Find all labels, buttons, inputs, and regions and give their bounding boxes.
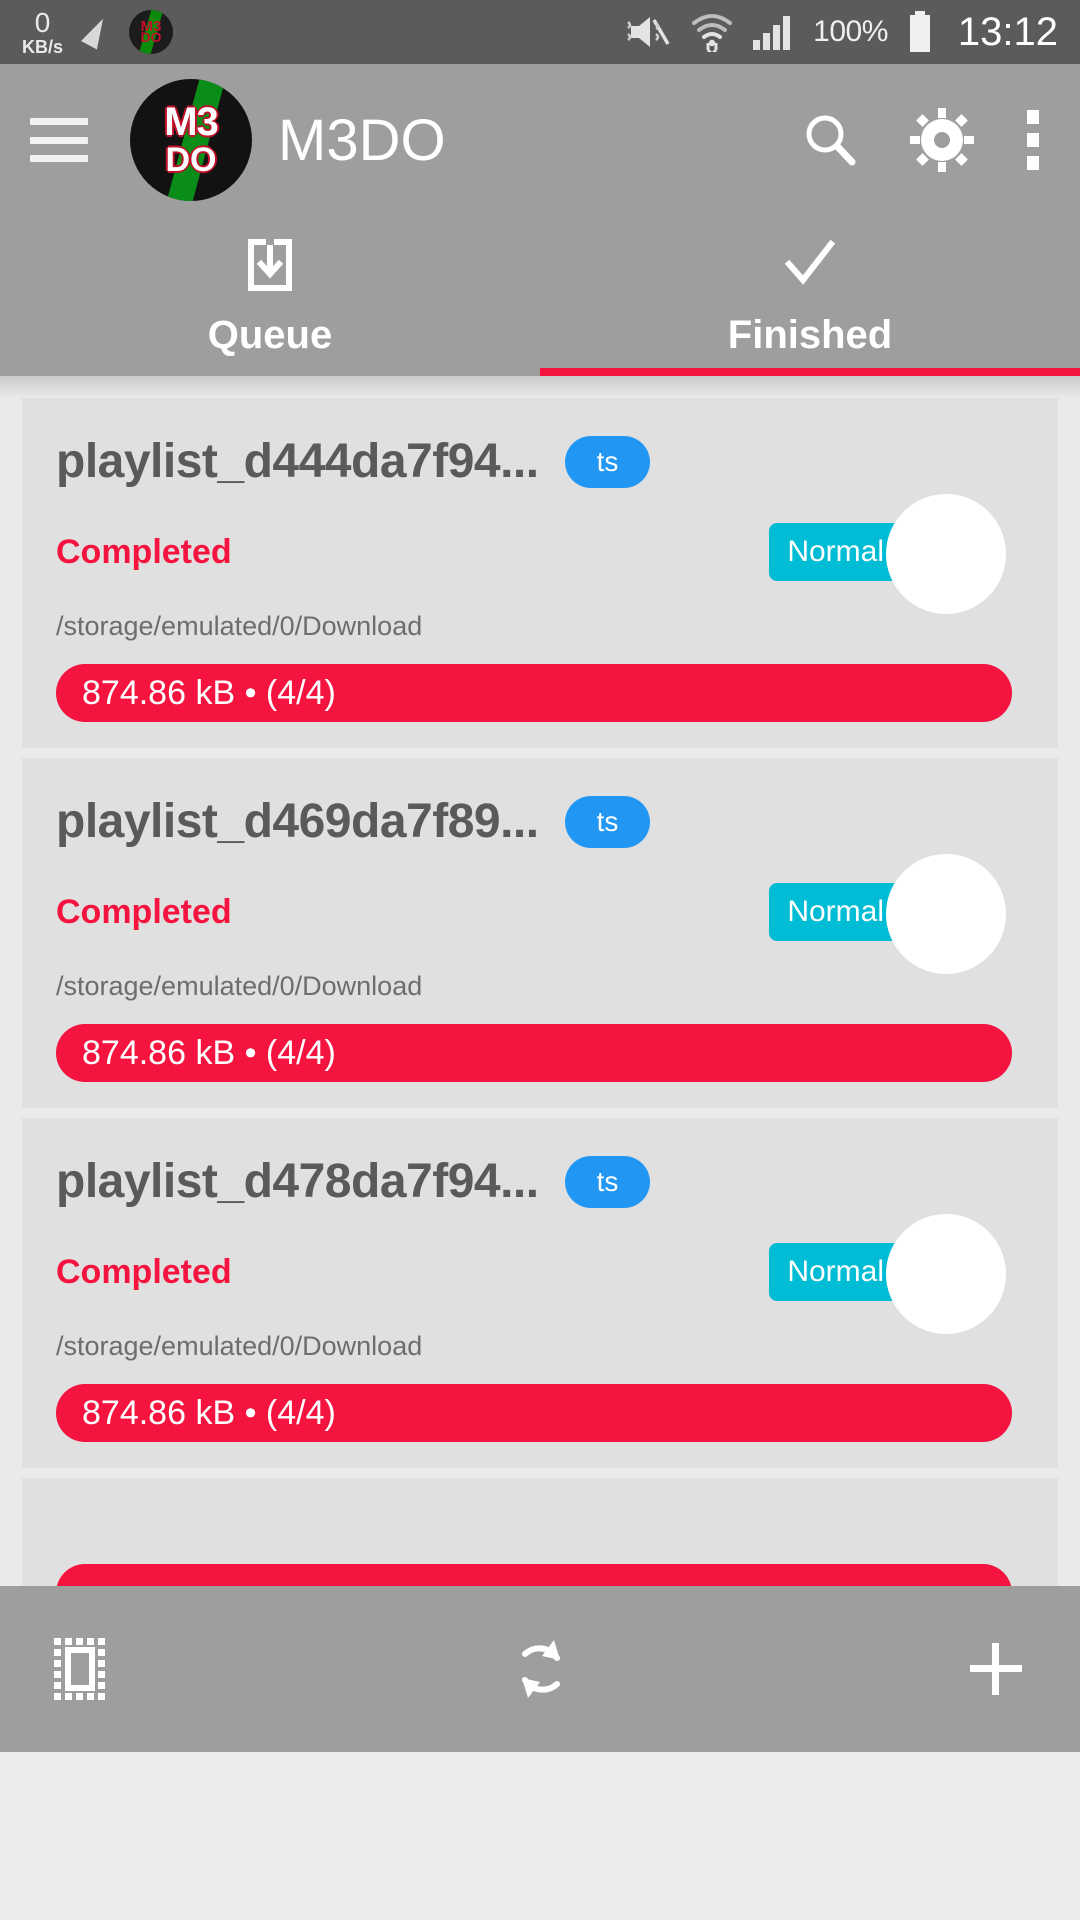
extension-badge: ts [564,795,651,848]
progress-bar: 874.86 kB • (4/4) [56,664,1012,722]
card-header: playlist_d444da7f94... ts [56,434,1024,489]
card-status-row: Completed Normal [56,523,1024,581]
card-header: playlist_d469da7f89... ts [56,794,1024,849]
play-icon[interactable] [886,1214,1006,1334]
status-badge: Completed [56,1252,232,1291]
progress-label: 874.86 kB • (4/4) [82,1393,336,1432]
select-all-icon[interactable] [52,1636,118,1702]
play-icon[interactable] [886,494,1006,614]
progress-bar: 874.86 kB • (4/4) [56,1384,1012,1442]
table-row[interactable]: playlist_d444da7f94... ts Completed Norm… [22,398,1058,748]
hamburger-menu-icon[interactable] [30,118,88,162]
tab-queue[interactable]: Queue [0,216,540,376]
progress-bar: 874.86 kB • (4/4) [56,1024,1012,1082]
app-logo: M3 DO [130,79,252,201]
download-path: /storage/emulated/0/Download [56,971,423,1001]
download-title: playlist_d444da7f94... [56,435,539,488]
bottom-toolbar [0,1586,1080,1752]
navigation-area [0,1752,1080,1920]
battery-full-icon [906,10,934,54]
m3do-app-icon: M3 DO [129,10,174,54]
logo-line1: M3 [164,100,219,144]
pencil-icon [79,15,113,49]
download-title: playlist_d478da7f94... [56,1155,539,1208]
card-status-row: Completed Normal [56,1243,1024,1301]
network-speed-unit: KB/s [22,36,64,57]
status-bar-right: 100% 13:12 [627,10,1058,55]
refresh-icon[interactable] [504,1632,578,1706]
download-box-icon [239,234,301,301]
progress-label: 874.86 kB • (4/4) [82,673,336,712]
tab-active-indicator [540,368,1080,376]
check-icon [779,234,841,301]
app-bar: M3 DO M3DO [0,64,1080,216]
cellular-signal-icon [751,12,795,52]
status-bar: 0 KB/s M3 DO 100% 13:12 [0,0,1080,64]
tab-queue-label: Queue [207,313,333,357]
card-status-row: Completed Normal [56,883,1024,941]
app-root: 0 KB/s M3 DO 100% 13:12 M3 DO M3DO Queue… [0,0,1080,1920]
icon-text-stack: M3 DO [140,19,162,45]
status-bar-clock: 13:12 [957,9,1058,54]
more-vertical-icon[interactable] [1022,106,1044,174]
tab-finished[interactable]: Finished [540,216,1080,376]
download-title: playlist_d469da7f89... [56,795,539,848]
logo-line2: DO [165,141,217,179]
list-top-shadow [0,376,1080,398]
volume-muted-icon [627,12,673,52]
status-badge: Completed [56,532,232,571]
icon-line2: DO [140,29,162,45]
priority-badge: Normal [769,523,902,581]
priority-badge: Normal [769,1243,902,1301]
status-badge: Completed [56,892,232,931]
status-bar-left: 0 KB/s M3 DO [22,6,174,57]
tab-finished-label: Finished [727,313,893,357]
search-icon[interactable] [798,108,862,172]
gear-icon[interactable] [908,106,976,174]
network-speed-indicator: 0 KB/s [22,6,64,57]
extension-badge: ts [564,1155,651,1208]
wifi-icon [691,12,733,52]
logo-text-stack: M3 DO [164,100,219,179]
plus-icon[interactable] [964,1637,1028,1701]
table-row[interactable]: playlist_d478da7f94... ts Completed Norm… [22,1118,1058,1468]
download-path: /storage/emulated/0/Download [56,611,423,641]
play-icon[interactable] [886,854,1006,974]
download-path: /storage/emulated/0/Download [56,1331,423,1361]
extension-badge: ts [564,435,651,488]
page-title: M3DO [278,107,446,173]
priority-badge: Normal [769,883,902,941]
battery-percent-label: 100% [813,15,888,48]
card-header: playlist_d478da7f94... ts [56,1154,1024,1209]
progress-label: 874.86 kB • (4/4) [82,1033,336,1072]
tab-bar: Queue Finished [0,216,1080,376]
app-bar-actions [798,106,1050,174]
table-row[interactable]: playlist_d469da7f89... ts Completed Norm… [22,758,1058,1108]
network-speed-value: 0 [34,6,51,38]
downloads-list[interactable]: playlist_d444da7f94... ts Completed Norm… [0,376,1080,1648]
